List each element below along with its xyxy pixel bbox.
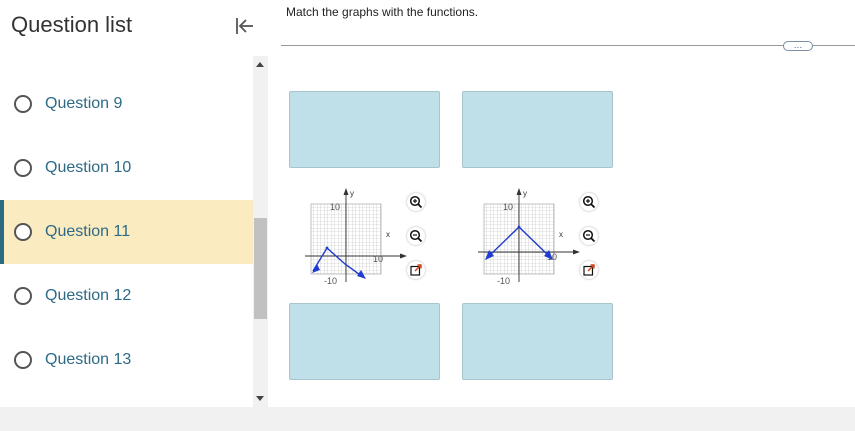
bottom-bar (0, 407, 855, 431)
scroll-down-icon[interactable] (256, 396, 264, 401)
graph-card-1[interactable]: y x 10 10 -10 (303, 186, 413, 286)
question-item-11[interactable]: Question 11 (0, 200, 253, 264)
scroll-up-icon[interactable] (256, 62, 264, 67)
x-tick-label: 10 (373, 254, 383, 264)
drop-zone-top-left[interactable] (289, 91, 440, 168)
radio-icon (14, 287, 32, 305)
drop-zone-bottom-right[interactable] (462, 303, 613, 380)
question-label: Question 11 (45, 223, 131, 240)
question-item-13[interactable]: Question 13 (0, 328, 253, 392)
app-root: Question list Question 9 Question 10 Que… (0, 0, 855, 431)
open-external-button[interactable] (407, 261, 425, 279)
scroll-thumb[interactable] (254, 218, 267, 319)
y-axis-name: y (350, 189, 354, 198)
graph-2: y x 10 10 -10 (478, 188, 580, 286)
instructions-text: Match the graphs with the functions. (286, 5, 479, 19)
question-label: Question 12 (45, 287, 132, 304)
radio-icon (14, 159, 32, 177)
collapse-sidebar-icon (236, 18, 253, 34)
x-axis-name: x (559, 230, 563, 239)
question-item-9[interactable]: Question 9 (0, 72, 253, 136)
graph-2-vertex (517, 225, 521, 229)
graph-1-vertex (325, 246, 329, 250)
question-list-sidebar: Question list Question 9 Question 10 Que… (0, 0, 253, 407)
open-external-icon (583, 264, 595, 276)
y-tick-label: 10 (330, 202, 340, 212)
question-label: Question 13 (45, 351, 132, 368)
sidebar-title: Question list (11, 12, 133, 37)
question-label: Question 10 (45, 159, 132, 176)
zoom-out-icon (582, 229, 596, 243)
question-item-12[interactable]: Question 12 (0, 264, 253, 328)
more-options-button[interactable]: … (783, 41, 813, 51)
zoom-out-button[interactable] (580, 227, 598, 245)
graph-1: y x 10 10 -10 (305, 188, 407, 286)
zoom-in-button[interactable] (407, 193, 425, 211)
open-external-icon (410, 264, 422, 276)
y-axis-name: y (523, 189, 527, 198)
collapse-sidebar-button[interactable] (230, 12, 258, 40)
more-options-icon: … (793, 40, 803, 50)
open-external-button[interactable] (580, 261, 598, 279)
zoom-out-button[interactable] (407, 227, 425, 245)
radio-icon (14, 95, 32, 113)
x-axis-name: x (386, 230, 390, 239)
radio-icon (14, 223, 32, 241)
graph-card-2[interactable]: y x 10 10 -10 (476, 186, 586, 286)
divider (281, 45, 855, 46)
x-tick-label: -10 (497, 276, 510, 286)
drop-zone-top-right[interactable] (462, 91, 613, 168)
drop-zone-bottom-left[interactable] (289, 303, 440, 380)
radio-icon (14, 351, 32, 369)
x-tick-label: -10 (324, 276, 337, 286)
zoom-in-button[interactable] (580, 193, 598, 211)
zoom-in-icon (582, 195, 596, 209)
sidebar-scrollbar[interactable] (253, 56, 268, 407)
question-item-10[interactable]: Question 10 (0, 136, 253, 200)
y-tick-label: 10 (503, 202, 513, 212)
zoom-in-icon (409, 195, 423, 209)
question-label: Question 9 (45, 95, 123, 112)
zoom-out-icon (409, 229, 423, 243)
